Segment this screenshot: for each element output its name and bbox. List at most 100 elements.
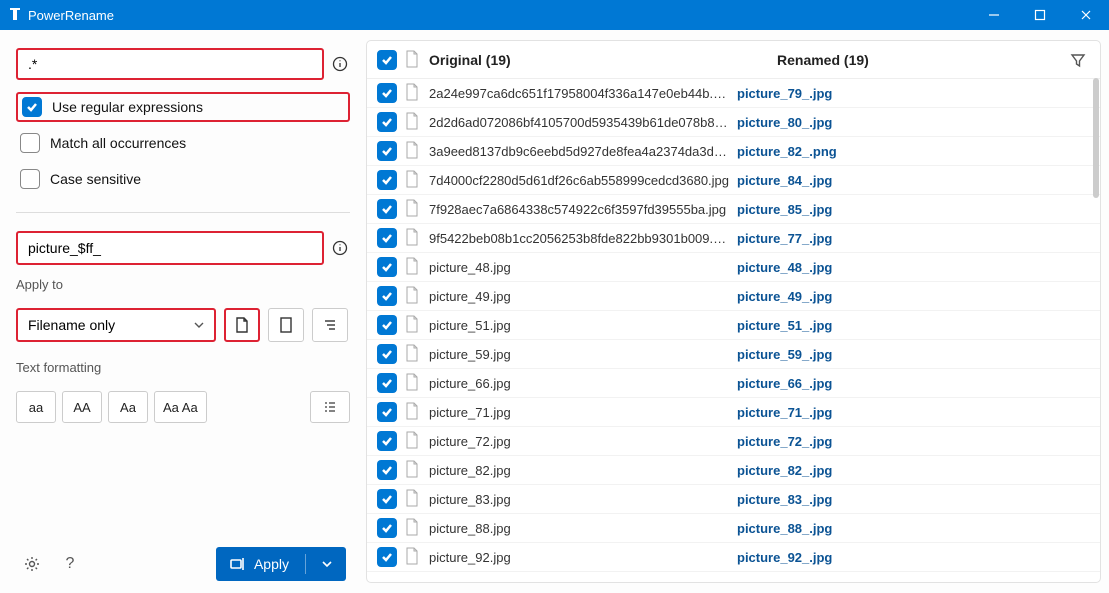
- table-row[interactable]: 7f928aec7a6864338c574922c6f3597fd39555ba…: [367, 195, 1100, 224]
- renamed-name: picture_84_.jpg: [737, 173, 1090, 188]
- row-checkbox[interactable]: [377, 228, 397, 248]
- original-header: Original (19): [429, 52, 511, 68]
- matchall-label: Match all occurrences: [50, 135, 186, 151]
- row-checkbox[interactable]: [377, 83, 397, 103]
- file-icon: [405, 286, 421, 306]
- casesensitive-option-row[interactable]: Case sensitive: [16, 164, 350, 194]
- table-row[interactable]: picture_71.jpg picture_71_.jpg: [367, 398, 1100, 427]
- include-folders-button[interactable]: [268, 308, 304, 342]
- file-icon: [405, 112, 421, 132]
- casesensitive-checkbox[interactable]: [20, 169, 40, 189]
- gear-icon[interactable]: [20, 552, 44, 576]
- regex-option-row[interactable]: Use regular expressions: [16, 92, 350, 122]
- renamed-name: picture_83_.jpg: [737, 492, 1090, 507]
- row-checkbox[interactable]: [377, 373, 397, 393]
- row-checkbox[interactable]: [377, 489, 397, 509]
- row-checkbox[interactable]: [377, 141, 397, 161]
- capitalizewords-button[interactable]: Aa Aa: [154, 391, 207, 423]
- row-checkbox[interactable]: [377, 518, 397, 538]
- table-row[interactable]: picture_82.jpgpicture_82_.jpg: [367, 456, 1100, 485]
- file-icon: [405, 518, 421, 538]
- renamed-name: picture_66_.jpg: [737, 376, 1090, 391]
- renamed-name: picture_80_.jpg: [737, 115, 1090, 130]
- titlebar: PowerRename: [0, 0, 1109, 30]
- renamed-name: picture_59_.jpg: [737, 347, 1090, 362]
- scrollbar-thumb[interactable]: [1093, 78, 1099, 198]
- replace-input[interactable]: [16, 231, 324, 265]
- row-checkbox[interactable]: [377, 431, 397, 451]
- original-name: 2d2d6ad072086bf4105700d5935439b61de078b8…: [429, 115, 729, 130]
- original-name: 7d4000cf2280d5d61df26c6ab558999cedcd3680…: [429, 173, 729, 188]
- table-row[interactable]: picture_51.jpg picture_51_.jpg: [367, 311, 1100, 340]
- include-subfolders-button[interactable]: [312, 308, 348, 342]
- row-checkbox[interactable]: [377, 170, 397, 190]
- regex-label: Use regular expressions: [52, 99, 203, 115]
- table-row[interactable]: 7d4000cf2280d5d61df26c6ab558999cedcd3680…: [367, 166, 1100, 195]
- file-icon: [405, 344, 421, 364]
- table-row[interactable]: 2a24e997ca6dc651f17958004f336a147e0eb44b…: [367, 79, 1100, 108]
- file-icon: [405, 373, 421, 393]
- text-formatting-label: Text formatting: [16, 360, 350, 375]
- table-row[interactable]: picture_88.jpgpicture_88_.jpg: [367, 514, 1100, 543]
- search-input[interactable]: [16, 48, 324, 80]
- original-name: 7f928aec7a6864338c574922c6f3597fd39555ba…: [429, 202, 729, 217]
- row-checkbox[interactable]: [377, 344, 397, 364]
- table-row[interactable]: 2d2d6ad072086bf4105700d5935439b61de078b8…: [367, 108, 1100, 137]
- enumerate-button[interactable]: [310, 391, 350, 423]
- renamed-name: picture_71_.jpg: [737, 405, 1090, 420]
- row-checkbox[interactable]: [377, 547, 397, 567]
- renamed-name: picture_77_.jpg: [737, 231, 1090, 246]
- renamed-name: picture_51_.jpg: [737, 318, 1090, 333]
- row-checkbox[interactable]: [377, 257, 397, 277]
- file-icon: [405, 402, 421, 422]
- close-button[interactable]: [1063, 0, 1109, 30]
- table-row[interactable]: picture_72.jpg picture_72_.jpg: [367, 427, 1100, 456]
- maximize-button[interactable]: [1017, 0, 1063, 30]
- help-icon[interactable]: ?: [58, 552, 82, 576]
- original-name: picture_72.jpg: [429, 434, 729, 449]
- regex-checkbox[interactable]: [22, 97, 42, 117]
- apply-to-select[interactable]: Filename only: [16, 308, 216, 342]
- uppercase-button[interactable]: AA: [62, 391, 102, 423]
- file-icon: [405, 141, 421, 161]
- matchall-checkbox[interactable]: [20, 133, 40, 153]
- table-row[interactable]: picture_49.jpgpicture_49_.jpg: [367, 282, 1100, 311]
- lowercase-button[interactable]: aa: [16, 391, 56, 423]
- original-name: picture_51.jpg: [429, 318, 729, 333]
- filter-icon[interactable]: [1066, 48, 1090, 72]
- casesensitive-label: Case sensitive: [50, 171, 141, 187]
- row-checkbox[interactable]: [377, 112, 397, 132]
- include-files-button[interactable]: [224, 308, 260, 342]
- chevron-down-icon: [194, 320, 204, 330]
- file-icon: [405, 547, 421, 567]
- table-row[interactable]: picture_59.jpgpicture_59_.jpg: [367, 340, 1100, 369]
- file-icon: [405, 83, 421, 103]
- apply-button[interactable]: Apply: [216, 547, 346, 581]
- file-icon: [405, 315, 421, 335]
- matchall-option-row[interactable]: Match all occurrences: [16, 128, 350, 158]
- table-row[interactable]: picture_92.jpgpicture_92_.jpg: [367, 543, 1100, 572]
- renamed-name: picture_72_.jpg: [737, 434, 1090, 449]
- original-name: picture_49.jpg: [429, 289, 729, 304]
- row-checkbox[interactable]: [377, 402, 397, 422]
- renamed-header: Renamed (19): [777, 52, 869, 68]
- row-checkbox[interactable]: [377, 199, 397, 219]
- table-row[interactable]: 3a9eed8137db9c6eebd5d927de8fea4a2374da3d…: [367, 137, 1100, 166]
- row-checkbox[interactable]: [377, 460, 397, 480]
- table-row[interactable]: 9f5422beb08b1cc2056253b8fde822bb9301b009…: [367, 224, 1100, 253]
- row-checkbox[interactable]: [377, 286, 397, 306]
- original-name: picture_71.jpg: [429, 405, 729, 420]
- row-checkbox[interactable]: [377, 315, 397, 335]
- minimize-button[interactable]: [971, 0, 1017, 30]
- select-all-checkbox[interactable]: [377, 50, 397, 70]
- table-row[interactable]: picture_66.jpgpicture_66_.jpg: [367, 369, 1100, 398]
- info-icon[interactable]: [330, 54, 350, 74]
- file-icon: [405, 170, 421, 190]
- table-row[interactable]: picture_48.jpgpicture_48_.jpg: [367, 253, 1100, 282]
- right-panel: Original (19) Renamed (19) 2a24e997ca6dc…: [360, 30, 1109, 593]
- info-icon[interactable]: [330, 238, 350, 258]
- file-icon: [405, 199, 421, 219]
- apply-dropdown[interactable]: [314, 556, 340, 572]
- table-row[interactable]: picture_83.jpgpicture_83_.jpg: [367, 485, 1100, 514]
- titlecase-button[interactable]: Aa: [108, 391, 148, 423]
